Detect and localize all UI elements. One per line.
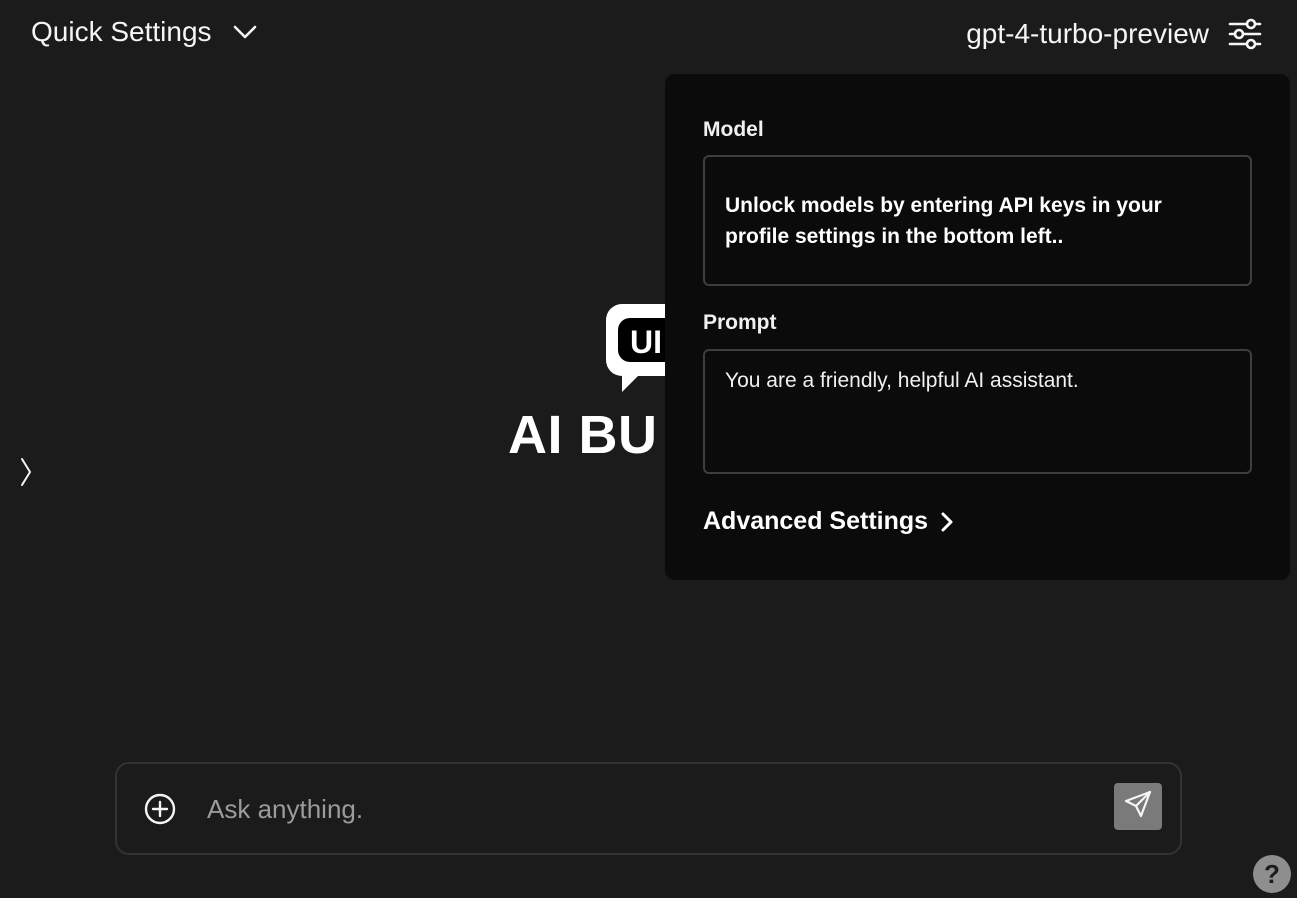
- plus-circle-icon: [143, 793, 177, 830]
- model-settings-toggle[interactable]: gpt-4-turbo-preview: [966, 16, 1263, 52]
- prompt-label: Prompt: [703, 311, 777, 334]
- chevron-down-icon: [232, 24, 258, 40]
- chat-input-bar: [115, 762, 1182, 855]
- sidebar-expand-toggle[interactable]: [14, 454, 38, 494]
- advanced-settings-label: Advanced Settings: [703, 507, 929, 535]
- brand-title: AI BU: [508, 405, 658, 465]
- send-icon: [1123, 789, 1153, 824]
- model-unlock-notice: Unlock models by entering API keys in yo…: [725, 194, 1162, 248]
- send-button[interactable]: [1114, 783, 1162, 830]
- prompt-textarea[interactable]: You are a friendly, helpful AI assistant…: [703, 349, 1252, 474]
- chevron-right-icon: [940, 511, 954, 533]
- help-icon: ?: [1264, 858, 1280, 889]
- help-button[interactable]: ?: [1253, 855, 1291, 893]
- sliders-icon: [1227, 16, 1263, 52]
- model-selector[interactable]: Unlock models by entering API keys in yo…: [703, 155, 1252, 286]
- attach-button[interactable]: [143, 792, 177, 826]
- model-label: Model: [703, 118, 764, 141]
- model-settings-panel: Model Unlock models by entering API keys…: [665, 74, 1290, 580]
- quick-settings-dropdown[interactable]: Quick Settings: [31, 16, 258, 48]
- chat-input[interactable]: [205, 786, 1085, 832]
- quick-settings-label: Quick Settings: [31, 16, 212, 47]
- brand-logo-text: UI: [630, 324, 662, 360]
- current-model-name: gpt-4-turbo-preview: [966, 18, 1209, 49]
- advanced-settings-button[interactable]: Advanced Settings: [703, 507, 954, 536]
- chevron-right-icon: [20, 457, 32, 492]
